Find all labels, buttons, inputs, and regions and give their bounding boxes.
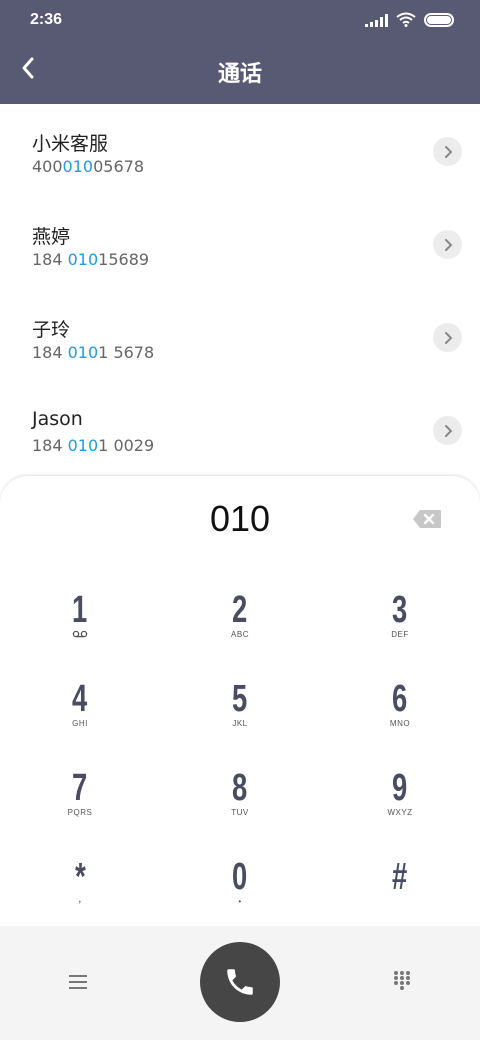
key-digit: # [392, 856, 408, 898]
chevron-right-icon [444, 238, 452, 251]
contact-detail-button[interactable] [433, 416, 462, 445]
key-letters: PQRS [67, 808, 93, 817]
status-icons [365, 12, 454, 27]
key-letters: TUV [231, 808, 249, 817]
voicemail-icon [72, 630, 88, 638]
phone-icon [227, 969, 253, 995]
key-letters: MNO [389, 719, 411, 728]
key-digit: 4 [72, 678, 88, 720]
key-letters: ABC [231, 630, 249, 639]
contact-number: 40001005678 [32, 157, 144, 176]
key-star[interactable]: * , [20, 857, 140, 937]
header: 2:36 通话 [0, 0, 480, 104]
key-2[interactable]: 2 ABC [180, 590, 300, 670]
key-4[interactable]: 4 GHI [20, 679, 140, 759]
contact-number: 184 0101 5678 [32, 343, 155, 362]
key-letters: • [238, 897, 242, 906]
contact-detail-button[interactable] [433, 230, 462, 259]
key-digit: 3 [392, 589, 408, 631]
key-digit: 9 [392, 767, 408, 809]
contact-row[interactable]: 小米客服 40001005678 [0, 104, 480, 197]
contact-name: 子玲 [32, 319, 71, 341]
chevron-right-icon [444, 145, 452, 158]
key-digit: 7 [72, 767, 88, 809]
key-digit: 1 [72, 589, 88, 631]
contact-detail-button[interactable] [433, 137, 462, 166]
key-digit: 8 [232, 767, 248, 809]
status-bar: 2:36 [0, 0, 480, 40]
key-5[interactable]: 5 JKL [180, 679, 300, 759]
signal-icon [365, 13, 388, 27]
key-digit: 5 [232, 678, 248, 720]
bottom-bar [0, 926, 480, 1040]
chevron-right-icon [444, 331, 452, 344]
dialpad-grid-icon[interactable] [392, 970, 412, 990]
contact-number: 184 01015689 [32, 250, 150, 269]
key-8[interactable]: 8 TUV [180, 768, 300, 848]
contact-name: 燕婷 [32, 226, 71, 248]
contact-row[interactable]: 燕婷 184 01015689 [0, 197, 480, 290]
contact-number: 184 0101 0029 [32, 436, 155, 455]
key-7[interactable]: 7 PQRS [20, 768, 140, 848]
key-digit: 2 [232, 589, 248, 631]
key-hash[interactable]: # [340, 857, 460, 937]
key-letters: WXYZ [387, 808, 413, 817]
contact-name: 小米客服 [32, 133, 109, 155]
key-letters: JKL [232, 719, 248, 728]
dialpad: 010 1 2 ABC 3 DEF 4 GHI 5 JKL 6 MNO 7 PQ… [0, 476, 480, 926]
key-3[interactable]: 3 DEF [340, 590, 460, 670]
page-title: 通话 [217, 62, 262, 87]
dialed-number: 010 [209, 498, 271, 539]
key-0[interactable]: 0 • [180, 857, 300, 937]
battery-icon [424, 12, 454, 27]
key-digit: * [74, 856, 86, 898]
contact-name: Jason [32, 408, 83, 430]
key-9[interactable]: 9 WXYZ [340, 768, 460, 848]
wifi-icon [396, 12, 416, 27]
backspace-icon[interactable] [412, 509, 442, 529]
key-letters: GHI [72, 719, 88, 728]
status-time: 2:36 [30, 11, 63, 28]
key-letters: DEF [391, 630, 409, 639]
key-digit: 6 [392, 678, 408, 720]
contact-list: 小米客服 40001005678 燕婷 184 01015689 子玲 184 … [0, 104, 480, 476]
contact-row[interactable]: Jason 184 0101 0029 [0, 383, 480, 476]
key-1[interactable]: 1 [20, 590, 140, 670]
contact-detail-button[interactable] [433, 323, 462, 352]
call-button[interactable] [200, 942, 280, 1022]
key-6[interactable]: 6 MNO [340, 679, 460, 759]
key-digit: 0 [232, 856, 248, 898]
chevron-right-icon [444, 424, 452, 437]
contact-row[interactable]: 子玲 184 0101 5678 [0, 290, 480, 383]
menu-icon[interactable] [66, 972, 90, 992]
